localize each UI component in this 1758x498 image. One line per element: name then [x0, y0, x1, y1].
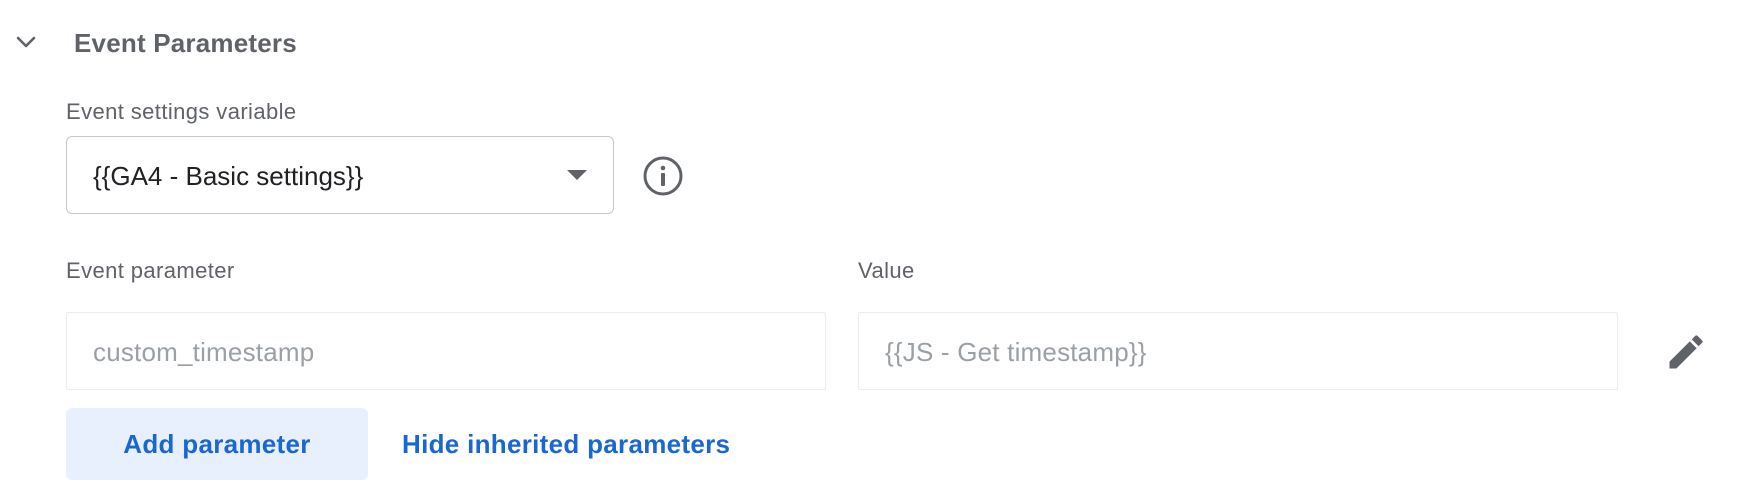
event-parameter-header: Event parameter	[66, 258, 235, 283]
parameter-value-text: {{JS - Get timestamp}}	[885, 337, 1147, 367]
section-title[interactable]: Event Parameters	[74, 28, 297, 59]
event-parameter-field[interactable]: custom_timestamp	[66, 312, 826, 390]
event-parameter-value: custom_timestamp	[93, 337, 315, 367]
event-settings-select[interactable]: {{GA4 - Basic settings}}	[66, 136, 614, 214]
chevron-down-icon[interactable]	[12, 28, 40, 56]
event-parameters-panel: Event Parameters Event settings variable…	[0, 0, 1758, 498]
event-settings-value: {{GA4 - Basic settings}}	[93, 161, 364, 191]
add-parameter-button[interactable]: Add parameter	[66, 408, 368, 480]
event-settings-label: Event settings variable	[66, 99, 297, 124]
hide-inherited-parameters-link[interactable]: Hide inherited parameters	[402, 408, 730, 480]
info-icon[interactable]	[642, 155, 684, 197]
parameter-value-field[interactable]: {{JS - Get timestamp}}	[858, 312, 1618, 390]
pencil-icon[interactable]	[1664, 330, 1708, 374]
value-header: Value	[858, 258, 915, 283]
dropdown-arrow-icon	[567, 170, 587, 180]
